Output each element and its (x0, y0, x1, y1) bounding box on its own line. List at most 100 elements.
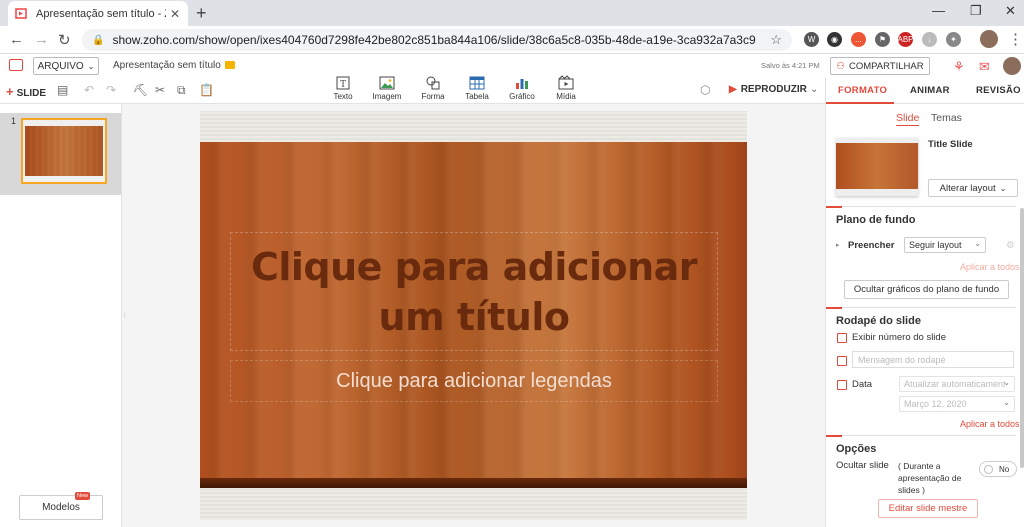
chevron-down-icon: ⌄ (1003, 398, 1010, 407)
zoho-show-favicon (14, 7, 28, 21)
address-bar[interactable]: 🔒 show.zoho.com/show/open/ixes404760d729… (82, 29, 792, 51)
table-icon (469, 76, 485, 90)
minimize-icon[interactable]: — (932, 3, 945, 18)
close-tab-icon[interactable]: ✕ (170, 7, 180, 21)
hide-background-graphics-button[interactable]: Ocultar gráficos do plano de fundo (844, 280, 1009, 299)
image-icon (379, 76, 395, 90)
document-title[interactable]: Apresentação sem título (113, 60, 221, 71)
panel-resize-handle[interactable]: ⦙ (124, 311, 126, 321)
date-value-select[interactable]: Março 12, 2020 ⌄ (899, 396, 1015, 412)
lock-icon: 🔒 (92, 34, 105, 46)
fill-select[interactable]: Seguir layout ⌄ (904, 237, 986, 253)
copy-icon[interactable]: ⧉ (177, 83, 186, 98)
panel-scrollbar[interactable] (1020, 208, 1024, 468)
new-tab-icon[interactable]: + (196, 3, 207, 24)
expand-arrow-icon[interactable]: ▸ (836, 241, 840, 249)
close-window-icon[interactable]: ✕ (1005, 3, 1016, 19)
footer-message-checkbox[interactable] (837, 356, 847, 366)
apply-footer-all-link[interactable]: Aplicar a todos (960, 419, 1020, 429)
change-layout-button[interactable]: Alterar layout ⌄ (928, 179, 1018, 197)
subtab-slide[interactable]: Slide (896, 112, 920, 126)
templates-label: Modelos (42, 502, 80, 513)
title-placeholder-text: Clique para adicionar um título (250, 244, 698, 339)
extension-puzzle-icon[interactable]: ✦ (946, 32, 961, 47)
settings-gear-icon[interactable]: ⚙ (1006, 240, 1015, 251)
file-menu-button[interactable]: ARQUIVO ⌄ (33, 57, 99, 75)
format-panel: FORMATO ANIMAR REVISÃO Slide Temas Title… (825, 78, 1024, 527)
section-divider (826, 435, 1016, 437)
media-icon (558, 75, 574, 90)
layout-thumbnail-image (836, 143, 918, 189)
folder-icon[interactable] (225, 61, 235, 69)
browser-menu-icon[interactable]: ⋮ (1008, 30, 1023, 48)
slide-wood-background: Clique para adicionar um título Clique p… (200, 142, 747, 488)
redo-icon[interactable]: ↷ (106, 83, 116, 97)
apply-background-all-link[interactable]: Aplicar a todos (960, 262, 1020, 272)
layout-icon[interactable]: ▤ (57, 83, 68, 97)
date-mode-select[interactable]: Atualizar automaticament ⌄ (899, 376, 1015, 392)
insert-media-label: Mídia (556, 92, 576, 101)
slide-canvas: ⦙ Clique para adicionar um título Clique… (122, 104, 825, 527)
restore-icon[interactable]: ❐ (970, 3, 982, 19)
slide-thumbnail[interactable] (21, 118, 107, 184)
undo-icon[interactable]: ↶ (84, 83, 94, 97)
tab-format[interactable]: FORMATO (838, 85, 887, 96)
footer-message-input[interactable]: Mensagem do rodapé (852, 351, 1014, 368)
cut-icon[interactable]: ✂ (155, 83, 165, 97)
paste-icon[interactable]: 📋 (199, 83, 214, 97)
insert-table-label: Tabela (465, 92, 489, 101)
browser-toolbar: ← → ↻ 🔒 show.zoho.com/show/open/ixes4047… (0, 26, 1024, 54)
insert-text-button[interactable]: T Texto (318, 75, 368, 101)
browser-tab[interactable]: Apresentação sem título - Zoho S ✕ (8, 1, 188, 26)
mail-icon[interactable]: ✉ (979, 59, 990, 75)
forward-icon[interactable]: → (34, 31, 49, 48)
extension-w-icon[interactable]: W (804, 32, 819, 47)
edit-master-slide-button[interactable]: Editar slide mestre (878, 499, 978, 518)
date-label: Data (852, 379, 873, 390)
templates-button[interactable]: Modelos New (19, 492, 103, 520)
show-slide-number-checkbox[interactable] (837, 333, 847, 343)
insert-media-button[interactable]: Mídia (541, 75, 591, 101)
toggle-value: No (999, 464, 1010, 474)
back-icon[interactable]: ← (9, 31, 24, 48)
extension-red-icon[interactable]: ... (851, 32, 866, 47)
insert-chart-label: Gráfico (509, 92, 535, 101)
share-button[interactable]: ⚇ COMPARTILHAR (830, 57, 930, 75)
animation-settings-icon[interactable]: ⬡ (700, 83, 710, 97)
subtitle-placeholder-text: Clique para adicionar legendas (336, 369, 612, 392)
title-placeholder[interactable]: Clique para adicionar um título (230, 232, 718, 351)
reload-icon[interactable]: ↻ (58, 31, 71, 49)
slide-number: 1 (11, 116, 17, 126)
slide-top-band (200, 111, 747, 142)
user-avatar[interactable] (1003, 57, 1021, 75)
play-options-chevron-icon[interactable]: ⌄ (810, 84, 818, 95)
extension-eye-icon[interactable]: ◉ (827, 32, 842, 47)
hide-slide-label: Ocultar slide (836, 460, 889, 471)
insert-image-button[interactable]: Imagem (362, 75, 412, 101)
hide-slide-toggle[interactable]: No (979, 461, 1017, 477)
extension-download-icon[interactable]: ↓ (922, 32, 937, 47)
adblock-icon[interactable]: ABP (898, 32, 914, 47)
add-slide-button[interactable]: + SLIDE (6, 84, 46, 99)
bookmark-star-icon[interactable]: ☆ (770, 32, 782, 48)
insert-shape-button[interactable]: Forma (408, 75, 458, 101)
format-painter-icon[interactable]: ⛏ (133, 83, 148, 97)
date-checkbox[interactable] (837, 380, 847, 390)
chevron-down-icon: ⌄ (999, 183, 1007, 193)
subtitle-placeholder[interactable]: Clique para adicionar legendas (230, 360, 718, 402)
layout-thumbnail[interactable] (836, 138, 918, 196)
extension-flag-icon[interactable]: ⚑ (875, 32, 890, 47)
tab-review[interactable]: REVISÃO (976, 85, 1021, 96)
insert-table-button[interactable]: Tabela (452, 75, 502, 101)
slide-thumbnail-row[interactable]: 1 (0, 113, 121, 195)
browser-profile-avatar[interactable] (980, 30, 998, 48)
active-tab-indicator (826, 102, 894, 104)
browser-tab-title: Apresentação sem título - Zoho S (36, 7, 166, 20)
subtab-themes[interactable]: Temas (931, 112, 962, 124)
insert-chart-button[interactable]: Gráfico (497, 75, 547, 101)
feedback-icon[interactable]: ⚘ (953, 59, 965, 75)
play-button[interactable]: ▶ REPRODUZIR (729, 84, 807, 95)
options-heading: Opções (836, 443, 877, 455)
tab-animate[interactable]: ANIMAR (910, 85, 950, 96)
slide[interactable]: Clique para adicionar um título Clique p… (200, 111, 747, 520)
